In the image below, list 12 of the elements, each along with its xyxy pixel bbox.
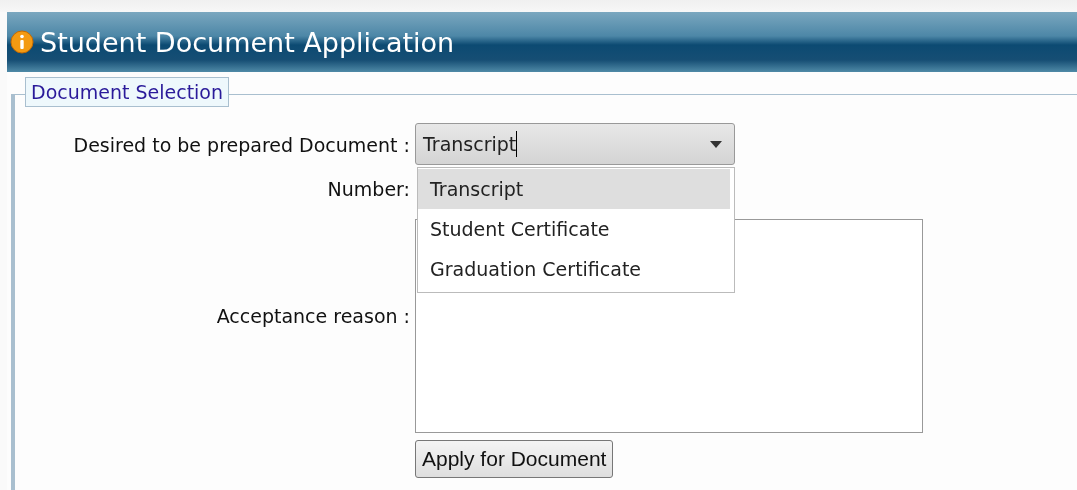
field-label: Desired to be prepared Document : bbox=[72, 133, 410, 158]
dropdown-option[interactable]: Transcript bbox=[418, 169, 730, 209]
caret-icon bbox=[710, 140, 722, 148]
section-legend: Document Selection bbox=[25, 77, 230, 107]
window-title: Student Document Application bbox=[40, 26, 455, 58]
dropdown-option[interactable]: Student Certificate bbox=[418, 209, 730, 249]
field-label: Number: bbox=[326, 177, 410, 202]
apply-button[interactable]: Apply for Document bbox=[415, 440, 614, 478]
field-label: Acceptance reason : bbox=[215, 304, 410, 329]
document-dropdown[interactable]: Transcript bbox=[415, 123, 735, 165]
info-icon bbox=[10, 30, 34, 54]
dropdown-option[interactable]: Graduation Certificate bbox=[418, 249, 730, 289]
